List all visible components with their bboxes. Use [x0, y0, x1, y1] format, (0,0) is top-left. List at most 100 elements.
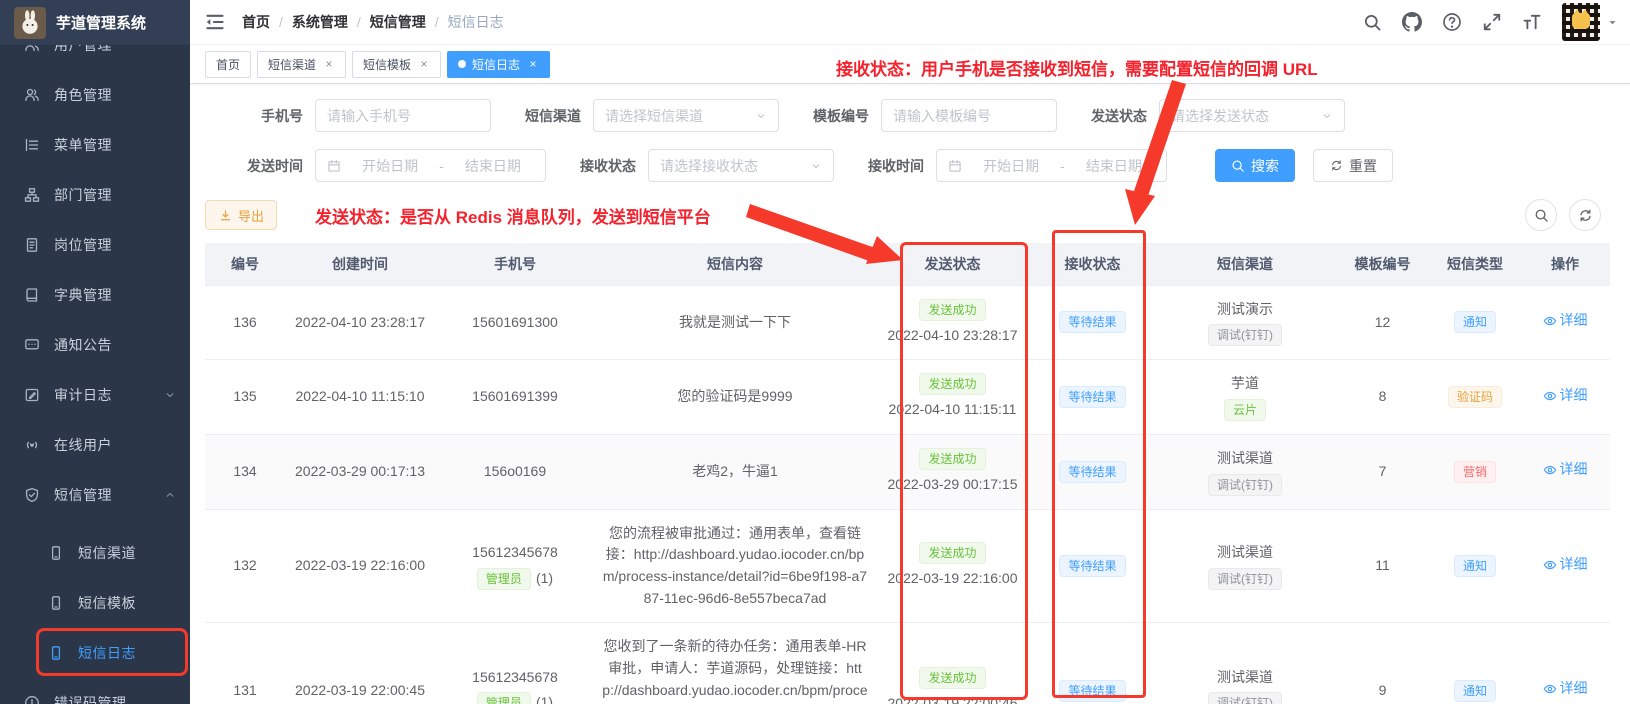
eye-icon — [1543, 463, 1557, 477]
breadcrumb-item[interactable]: 首页 — [242, 12, 270, 32]
annotation-send-status-note: 发送状态：是否从 Redis 消息队列，发送到短信平台 — [315, 203, 711, 228]
calendar-icon — [327, 159, 341, 173]
cell-receive-status: 等待结果 — [1030, 285, 1155, 360]
tab-close-icon[interactable]: × — [323, 57, 335, 71]
calendar-icon — [948, 159, 962, 173]
channel-tag: 调试(钉钉) — [1208, 324, 1282, 346]
sidebar-item-在线用户[interactable]: 在线用户 — [0, 420, 190, 470]
search-button[interactable]: 搜索 — [1215, 149, 1295, 182]
breadcrumb-item[interactable]: 短信管理 — [370, 12, 426, 32]
help-icon[interactable] — [1442, 12, 1462, 32]
sidebar-fold-icon[interactable] — [204, 11, 226, 33]
filter-daterange-接收时间[interactable]: 开始日期-结束日期 — [936, 149, 1167, 182]
tab-首页[interactable]: 首页 — [205, 51, 251, 78]
sidebar-item-label: 岗位管理 — [54, 235, 112, 255]
dict-icon — [24, 287, 40, 303]
tab-label: 首页 — [216, 56, 240, 73]
filter-label: 发送状态 — [1085, 106, 1147, 126]
tab-close-icon[interactable]: × — [418, 57, 430, 71]
tab-label: 短信模板 — [363, 56, 411, 73]
avatar[interactable] — [1562, 3, 1600, 41]
table-toolbar: 导出 发送状态：是否从 Redis 消息队列，发送到短信平台 — [205, 199, 1615, 231]
tab-短信日志[interactable]: 短信日志× — [447, 51, 550, 78]
daterange-start-placeholder: 开始日期 — [349, 156, 431, 176]
export-button[interactable]: 导出 — [205, 200, 277, 230]
sms-type-badge: 通知 — [1454, 680, 1496, 702]
filter-select-短信渠道[interactable]: 请选择短信渠道 — [593, 99, 779, 132]
github-icon[interactable] — [1402, 12, 1422, 32]
channel-name: 测试渠道 — [1161, 542, 1329, 564]
cell-content: 我就是测试一下下 — [595, 285, 875, 360]
detail-link[interactable]: 详细 — [1543, 385, 1588, 407]
reset-button[interactable]: 重置 — [1313, 149, 1393, 182]
sidebar-item-角色管理[interactable]: 角色管理 — [0, 70, 190, 120]
sidebar-item-短信渠道[interactable]: 短信渠道 — [0, 528, 190, 578]
search-icon[interactable] — [1362, 12, 1382, 32]
channel-tag-row: 调试(钉钉) — [1161, 568, 1329, 590]
detail-link[interactable]: 详细 — [1543, 310, 1588, 332]
filter-input-模板编号[interactable] — [881, 99, 1057, 132]
cell-mobile: 15612345678管理员(1) — [435, 623, 595, 704]
post-icon — [24, 237, 40, 253]
sidebar-item-菜单管理[interactable]: 菜单管理 — [0, 120, 190, 170]
tab-close-icon[interactable]: × — [527, 57, 539, 71]
app-title: 芋道管理系统 — [56, 12, 146, 33]
tab-短信渠道[interactable]: 短信渠道× — [257, 51, 346, 78]
select-placeholder: 请选择短信渠道 — [605, 106, 703, 126]
filter-input-field[interactable] — [893, 108, 1045, 124]
cell-content: 您的流程被审批通过：通用表单，查看链接：http://dashboard.yud… — [595, 509, 875, 623]
cell-channel: 测试演示调试(钉钉) — [1155, 285, 1335, 360]
eye-icon — [1543, 389, 1557, 403]
cell-sms-type: 通知 — [1430, 285, 1520, 360]
cell-action: 详细 — [1520, 434, 1610, 509]
cell-content: 老鸡2，牛逼1 — [595, 434, 875, 509]
sidebar-item-部门管理[interactable]: 部门管理 — [0, 170, 190, 220]
column-header-编号: 编号 — [205, 243, 285, 285]
sidebar-item-错误码管理[interactable]: 错误码管理 — [0, 678, 190, 704]
breadcrumb-item[interactable]: 系统管理 — [292, 12, 348, 32]
search-icon — [1231, 159, 1245, 173]
column-header-短信渠道: 短信渠道 — [1155, 243, 1335, 285]
sidebar-item-审计日志[interactable]: 审计日志 — [0, 370, 190, 420]
sidebar-item-岗位管理[interactable]: 岗位管理 — [0, 220, 190, 270]
header-actions — [1362, 3, 1618, 41]
sidebar-item-label: 短信日志 — [78, 643, 136, 663]
daterange-start-placeholder: 开始日期 — [970, 156, 1052, 176]
sidebar-item-短信管理[interactable]: 短信管理 — [0, 470, 190, 520]
filter-label: 手机号 — [241, 106, 303, 126]
filter-row-2: 发送时间开始日期-结束日期接收状态请选择接收状态接收时间开始日期-结束日期搜索重… — [205, 149, 1615, 182]
refresh-button[interactable] — [1569, 199, 1601, 231]
sidebar-item-通知公告[interactable]: 通知公告 — [0, 320, 190, 370]
daterange-end-placeholder: 结束日期 — [452, 156, 534, 176]
filter-input-手机号[interactable] — [315, 99, 491, 132]
cell-channel: 测试渠道调试(钉钉) — [1155, 509, 1335, 623]
sidebar-item-短信日志[interactable]: 短信日志 — [0, 628, 190, 678]
filter-daterange-发送时间[interactable]: 开始日期-结束日期 — [315, 149, 546, 182]
filter-input-field[interactable] — [327, 108, 479, 124]
filter-select-发送状态[interactable]: 请选择发送状态 — [1159, 99, 1345, 132]
cell-content: 您的验证码是9999 — [595, 360, 875, 435]
filter-发送时间: 发送时间开始日期-结束日期 — [241, 149, 546, 182]
detail-link[interactable]: 详细 — [1543, 678, 1588, 700]
filter-模板编号: 模板编号 — [807, 99, 1057, 132]
detail-link[interactable]: 详细 — [1543, 554, 1588, 576]
tab-短信模板[interactable]: 短信模板 × — [352, 51, 441, 78]
font-size-icon[interactable] — [1522, 12, 1542, 32]
detail-link[interactable]: 详细 — [1543, 459, 1588, 481]
filter-select-接收状态[interactable]: 请选择接收状态 — [648, 149, 834, 182]
cell-send-status: 发送成功2022-04-10 11:15:11 — [875, 360, 1030, 435]
fullscreen-icon[interactable] — [1482, 12, 1502, 32]
reset-button-label: 重置 — [1349, 156, 1377, 176]
send-time: 2022-03-29 00:17:15 — [881, 474, 1024, 496]
filter-label: 接收时间 — [862, 156, 924, 176]
toggle-search-button[interactable] — [1525, 199, 1557, 231]
user-icon — [24, 87, 40, 103]
sidebar-item-label: 审计日志 — [54, 385, 112, 405]
column-header-模板编号: 模板编号 — [1335, 243, 1430, 285]
user-menu[interactable] — [1562, 3, 1618, 41]
cell-channel: 测试渠道调试(钉钉) — [1155, 623, 1335, 704]
user-tag: 管理员 — [477, 692, 531, 704]
sidebar-item-短信模板[interactable]: 短信模板 — [0, 578, 190, 628]
cell-id: 132 — [205, 509, 285, 623]
sidebar-item-字典管理[interactable]: 字典管理 — [0, 270, 190, 320]
